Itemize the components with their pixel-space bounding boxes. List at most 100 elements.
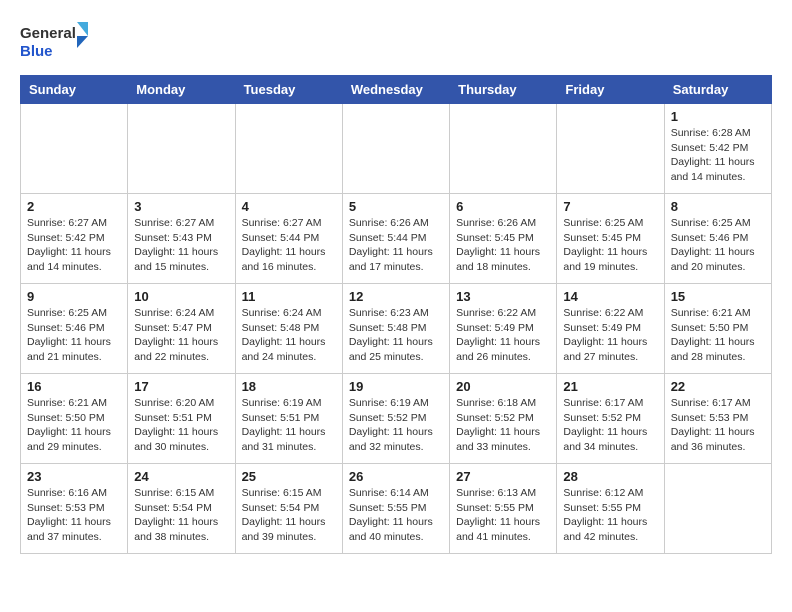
cell-info: Daylight: 11 hours and 39 minutes. <box>242 515 336 544</box>
day-header-monday: Monday <box>128 76 235 104</box>
day-number: 11 <box>242 289 336 304</box>
cell-info: Daylight: 11 hours and 16 minutes. <box>242 245 336 274</box>
cell-info: Daylight: 11 hours and 27 minutes. <box>563 335 657 364</box>
calendar-cell: 7Sunrise: 6:25 AMSunset: 5:45 PMDaylight… <box>557 194 664 284</box>
day-number: 17 <box>134 379 228 394</box>
cell-info: Sunrise: 6:23 AM <box>349 306 443 321</box>
cell-info: Sunset: 5:42 PM <box>27 231 121 246</box>
day-number: 23 <box>27 469 121 484</box>
day-number: 7 <box>563 199 657 214</box>
day-header-saturday: Saturday <box>664 76 771 104</box>
cell-info: Daylight: 11 hours and 17 minutes. <box>349 245 443 274</box>
calendar-cell: 14 Sunrise: 6:22 AMSunset: 5:49 PMDayligh… <box>557 284 664 374</box>
calendar-cell <box>21 104 128 194</box>
calendar-cell: 1Sunrise: 6:28 AMSunset: 5:42 PMDaylight… <box>664 104 771 194</box>
calendar-cell <box>450 104 557 194</box>
cell-info: Sunrise: 6:19 AM <box>242 396 336 411</box>
day-header-thursday: Thursday <box>450 76 557 104</box>
day-number: 20 <box>456 379 550 394</box>
cell-info: Sunset: 5:52 PM <box>563 411 657 426</box>
calendar-cell: 20Sunrise: 6:18 AMSunset: 5:52 PMDayligh… <box>450 374 557 464</box>
cell-info: Sunrise: 6:22 AM <box>563 306 657 321</box>
day-number: 4 <box>242 199 336 214</box>
cell-info: Sunrise: 6:20 AM <box>134 396 228 411</box>
calendar-cell: 23Sunrise: 6:16 AMSunset: 5:53 PMDayligh… <box>21 464 128 554</box>
cell-info: Daylight: 11 hours and 29 minutes. <box>27 425 121 454</box>
cell-info: Daylight: 11 hours and 42 minutes. <box>563 515 657 544</box>
day-number: 9 <box>27 289 121 304</box>
cell-info: Sunset: 5:54 PM <box>242 501 336 516</box>
cell-info: Sunrise: 6:24 AM <box>242 306 336 321</box>
calendar-cell: 12Sunrise: 6:23 AMSunset: 5:48 PMDayligh… <box>342 284 449 374</box>
cell-info: Daylight: 11 hours and 41 minutes. <box>456 515 550 544</box>
cell-info: Sunset: 5:55 PM <box>349 501 443 516</box>
logo: General Blue <box>20 20 90 65</box>
cell-info: Sunset: 5:51 PM <box>242 411 336 426</box>
calendar-cell <box>557 104 664 194</box>
calendar-cell: 9Sunrise: 6:25 AMSunset: 5:46 PMDaylight… <box>21 284 128 374</box>
cell-info: Daylight: 11 hours and 26 minutes. <box>456 335 550 364</box>
cell-info: Daylight: 11 hours and 30 minutes. <box>134 425 228 454</box>
cell-info: Sunset: 5:52 PM <box>456 411 550 426</box>
day-number: 15 <box>671 289 765 304</box>
cell-info: Sunset: 5:51 PM <box>134 411 228 426</box>
day-number: 13 <box>456 289 550 304</box>
cell-info: Sunset: 5:49 PM <box>563 321 657 336</box>
cell-info: Sunrise: 6:21 AM <box>27 396 121 411</box>
calendar-cell: 25Sunrise: 6:15 AMSunset: 5:54 PMDayligh… <box>235 464 342 554</box>
cell-info: Sunrise: 6:15 AM <box>134 486 228 501</box>
cell-info: Sunrise: 6:25 AM <box>27 306 121 321</box>
day-number: 27 <box>456 469 550 484</box>
calendar-cell: 28Sunrise: 6:12 AMSunset: 5:55 PMDayligh… <box>557 464 664 554</box>
day-header-sunday: Sunday <box>21 76 128 104</box>
day-number: 21 <box>563 379 657 394</box>
cell-info: Sunrise: 6:17 AM <box>563 396 657 411</box>
calendar-cell: 17 Sunrise: 6:20 AMSunset: 5:51 PMDayligh… <box>128 374 235 464</box>
cell-info: Sunrise: 6:19 AM <box>349 396 443 411</box>
cell-info: Sunrise: 6:18 AM <box>456 396 550 411</box>
cell-info: Sunrise: 6:27 AM <box>134 216 228 231</box>
calendar-header-row: SundayMondayTuesdayWednesdayThursdayFrid… <box>21 76 772 104</box>
cell-info: Sunset: 5:44 PM <box>242 231 336 246</box>
calendar-cell: 21Sunrise: 6:17 AMSunset: 5:52 PMDayligh… <box>557 374 664 464</box>
calendar-cell: 18Sunrise: 6:19 AMSunset: 5:51 PMDayligh… <box>235 374 342 464</box>
cell-info: Sunrise: 6:25 AM <box>671 216 765 231</box>
cell-info: Daylight: 11 hours and 32 minutes. <box>349 425 443 454</box>
week-row-3: 9Sunrise: 6:25 AMSunset: 5:46 PMDaylight… <box>21 284 772 374</box>
cell-info: Sunset: 5:45 PM <box>563 231 657 246</box>
day-number: 12 <box>349 289 443 304</box>
cell-info: Sunrise: 6:27 AM <box>27 216 121 231</box>
cell-info: Daylight: 11 hours and 25 minutes. <box>349 335 443 364</box>
calendar-cell: 6Sunrise: 6:26 AMSunset: 5:45 PMDaylight… <box>450 194 557 284</box>
day-number: 28 <box>563 469 657 484</box>
cell-info: Sunrise: 6:12 AM <box>563 486 657 501</box>
cell-info: Daylight: 11 hours and 22 minutes. <box>134 335 228 364</box>
cell-info: Sunset: 5:53 PM <box>671 411 765 426</box>
day-number: 14 <box>563 289 657 304</box>
cell-info: Sunset: 5:43 PM <box>134 231 228 246</box>
cell-info: Sunset: 5:50 PM <box>671 321 765 336</box>
cell-info: Sunset: 5:52 PM <box>349 411 443 426</box>
day-number: 10 <box>134 289 228 304</box>
cell-info: Daylight: 11 hours and 20 minutes. <box>671 245 765 274</box>
day-number: 3 <box>134 199 228 214</box>
day-number: 5 <box>349 199 443 214</box>
week-row-5: 23Sunrise: 6:16 AMSunset: 5:53 PMDayligh… <box>21 464 772 554</box>
day-number: 24 <box>134 469 228 484</box>
calendar-cell <box>342 104 449 194</box>
cell-info: Sunrise: 6:28 AM <box>671 126 765 141</box>
cell-info: Sunrise: 6:15 AM <box>242 486 336 501</box>
cell-info: Daylight: 11 hours and 14 minutes. <box>671 155 765 184</box>
calendar-cell: 4Sunrise: 6:27 AMSunset: 5:44 PMDaylight… <box>235 194 342 284</box>
cell-info: Daylight: 11 hours and 36 minutes. <box>671 425 765 454</box>
cell-info: Daylight: 11 hours and 19 minutes. <box>563 245 657 274</box>
week-row-2: 2Sunrise: 6:27 AMSunset: 5:42 PMDaylight… <box>21 194 772 284</box>
cell-info: Sunset: 5:49 PM <box>456 321 550 336</box>
cell-info: Daylight: 11 hours and 31 minutes. <box>242 425 336 454</box>
cell-info: Sunset: 5:53 PM <box>27 501 121 516</box>
calendar-table: SundayMondayTuesdayWednesdayThursdayFrid… <box>20 75 772 554</box>
cell-info: Sunset: 5:54 PM <box>134 501 228 516</box>
cell-info: Sunset: 5:50 PM <box>27 411 121 426</box>
day-number: 19 <box>349 379 443 394</box>
cell-info: Daylight: 11 hours and 28 minutes. <box>671 335 765 364</box>
